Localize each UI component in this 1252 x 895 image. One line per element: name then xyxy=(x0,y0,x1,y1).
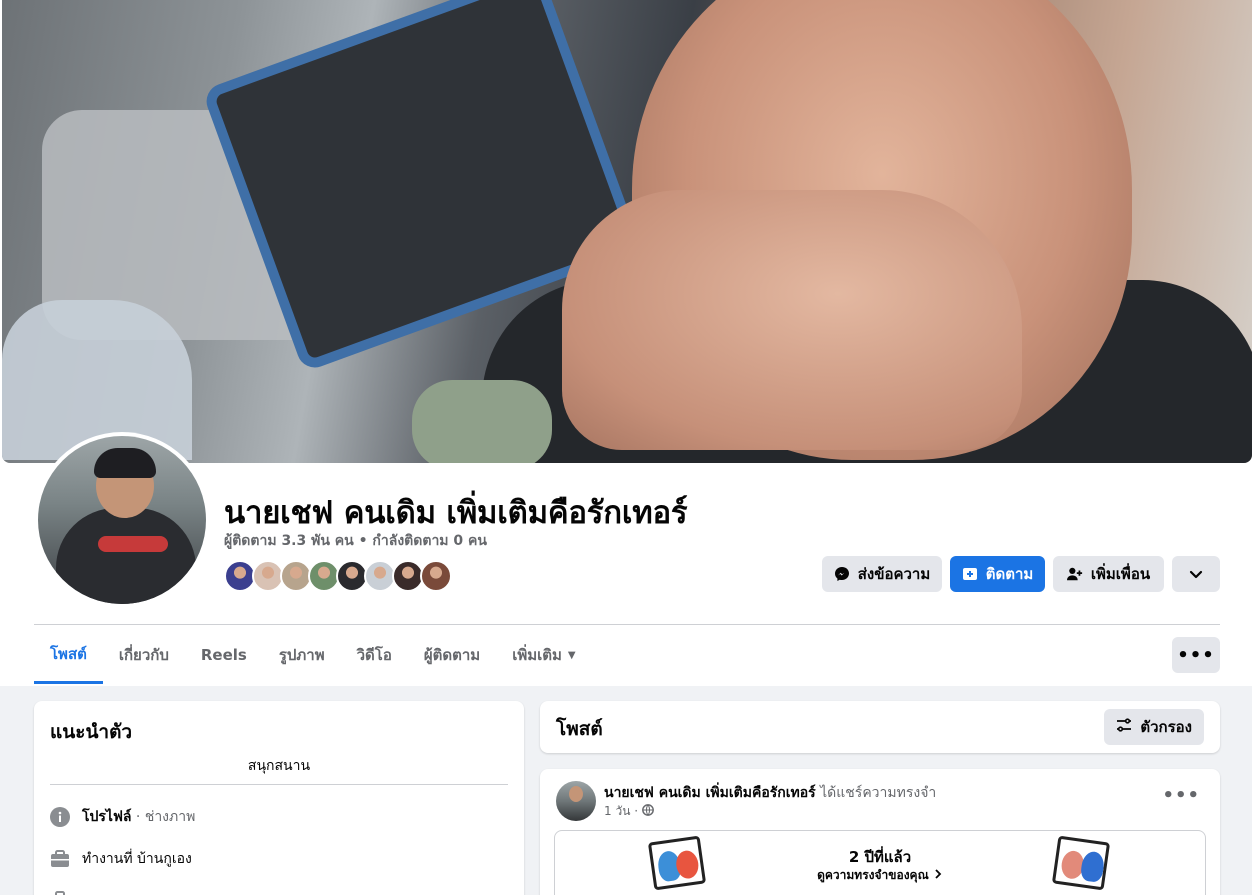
profile-stats[interactable]: ผู้ติดตาม 3.3 พัน คน • กำลังติดตาม 0 คน xyxy=(224,530,487,552)
memory-link[interactable]: ดูความทรงจำของคุณ xyxy=(555,866,1205,885)
profile-tabs: โพสต์ เกี่ยวกับ Reels รูปภาพ วิดีโอ ผู้ต… xyxy=(34,626,592,684)
mutual-friends-avatars[interactable] xyxy=(224,560,452,592)
intro-divider xyxy=(50,784,508,785)
tab-label: วิดีโอ xyxy=(356,646,392,664)
message-button[interactable]: ส่งข้อความ xyxy=(822,556,942,592)
tab-label: เพิ่มเติม xyxy=(512,646,562,664)
intro-profile-label: โปรไฟล์ xyxy=(82,809,132,825)
add-friend-button[interactable]: เพิ่มเพื่อน xyxy=(1053,556,1164,592)
intro-work-row: ทำงานที่ บ้านกูเอง xyxy=(50,848,192,870)
sticker-figure xyxy=(1079,850,1106,884)
add-friend-icon xyxy=(1066,566,1083,582)
avatar xyxy=(38,436,206,604)
intro-extra-row xyxy=(50,890,70,895)
tab-reels[interactable]: Reels xyxy=(185,626,263,684)
avatar-body xyxy=(56,508,196,604)
tab-photos[interactable]: รูปภาพ xyxy=(263,626,341,684)
post-header: นายเชฟ คนเดิม เพิ่มเติมคือรักเทอร์ ได้แช… xyxy=(604,782,936,804)
post-card: นายเชฟ คนเดิม เพิ่มเติมคือรักเทอร์ ได้แช… xyxy=(540,769,1220,895)
avatar-hair xyxy=(94,448,156,478)
post-action-text: ได้แชร์ความทรงจำ xyxy=(815,785,937,801)
message-button-label: ส่งข้อความ xyxy=(857,565,931,583)
chevron-down-icon xyxy=(1188,566,1204,582)
tab-videos[interactable]: วิดีโอ xyxy=(341,626,408,684)
briefcase-icon xyxy=(50,849,70,869)
profile-picture[interactable] xyxy=(34,432,210,608)
more-options-button[interactable] xyxy=(1172,556,1220,592)
memory-link-label: ดูความทรงจำของคุณ xyxy=(817,868,929,882)
messenger-icon xyxy=(834,566,850,582)
follow-button[interactable]: ติดตาม xyxy=(950,556,1045,592)
tab-label: เกี่ยวกับ xyxy=(118,646,169,664)
cover-watch xyxy=(412,380,552,463)
filter-icon xyxy=(1116,717,1132,737)
intro-profile-category: · ช่างภาพ xyxy=(131,809,196,825)
tab-more[interactable]: เพิ่มเติม ▼ xyxy=(496,626,591,684)
cover-photo[interactable] xyxy=(2,0,1252,463)
briefcase-icon xyxy=(50,890,70,895)
intro-title: แนะนำตัว xyxy=(50,721,133,743)
avatar-shirt-print xyxy=(98,536,168,552)
intro-profile-row: โปรไฟล์ · ช่างภาพ xyxy=(50,806,195,828)
friend-avatar[interactable] xyxy=(420,560,452,592)
caret-down-icon: ▼ xyxy=(567,649,576,661)
header-divider xyxy=(34,624,1220,625)
ellipsis-icon: ••• xyxy=(1162,785,1200,806)
post-options-button[interactable]: ••• xyxy=(1162,785,1200,806)
intro-work-text: ทำงานที่ บ้านกูเอง xyxy=(82,851,192,867)
info-icon xyxy=(50,807,70,827)
post-time-text: 1 วัน · xyxy=(604,804,639,818)
posts-header-card: โพสต์ ตัวกรอง xyxy=(540,701,1220,753)
tabs-more-button[interactable]: ••• xyxy=(1172,637,1220,673)
ellipsis-icon: ••• xyxy=(1177,644,1215,666)
follow-icon xyxy=(962,566,978,582)
tab-label: โพสต์ xyxy=(50,644,87,663)
tab-label: ผู้ติดตาม xyxy=(423,646,481,664)
tab-about[interactable]: เกี่ยวกับ xyxy=(103,626,185,684)
add-friend-button-label: เพิ่มเพื่อน xyxy=(1090,565,1151,583)
posts-title: โพสต์ xyxy=(556,718,603,740)
globe-icon xyxy=(642,804,654,819)
filter-label: ตัวกรอง xyxy=(1140,718,1192,736)
memory-banner[interactable]: 2 ปีที่แล้ว ดูความทรงจำของคุณ xyxy=(554,830,1206,895)
tab-label: Reels xyxy=(200,646,247,664)
post-author-name[interactable]: นายเชฟ คนเดิม เพิ่มเติมคือรักเทอร์ xyxy=(604,785,816,801)
tab-followers[interactable]: ผู้ติดตาม xyxy=(408,626,496,684)
intro-card: แนะนำตัว สนุกสนาน โปรไฟล์ · ช่างภาพ ทำงา… xyxy=(34,701,524,895)
intro-bio: สนุกสนาน xyxy=(247,758,311,774)
post-timestamp[interactable]: 1 วัน · xyxy=(604,802,654,821)
tab-posts[interactable]: โพสต์ xyxy=(34,626,103,684)
chevron-right-icon xyxy=(933,868,943,882)
memory-sticker-right xyxy=(1051,835,1111,891)
follow-button-label: ติดตาม xyxy=(985,565,1034,583)
cover-hand xyxy=(562,190,1022,450)
tab-label: รูปภาพ xyxy=(278,646,325,664)
post-author-avatar[interactable] xyxy=(556,781,596,821)
filter-button[interactable]: ตัวกรอง xyxy=(1104,709,1204,745)
post-avatar-head xyxy=(569,786,583,802)
